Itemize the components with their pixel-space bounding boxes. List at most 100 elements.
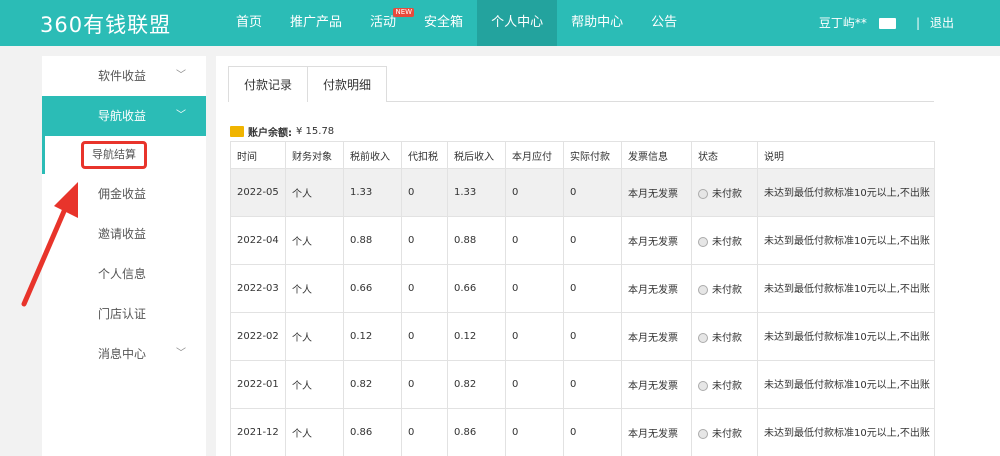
table-cell: 本月无发票 (621, 408, 692, 456)
table-cell: 1.33 (343, 168, 402, 217)
table-row: 2021-12 个人 0.86 0 0.86 0 0 本月无发票 未付款 未达到… (230, 408, 935, 456)
table-cell: 0 (563, 216, 622, 265)
nav-events[interactable]: 活动 NEW (356, 0, 415, 46)
table-cell: 未达到最低付款标准10元以上,不出账 (757, 408, 935, 456)
table-cell: 0.82 (343, 360, 402, 409)
table-cell: 个人 (285, 408, 344, 456)
status-text: 未付款 (712, 189, 742, 200)
table-cell: 0 (401, 168, 448, 217)
table-cell: 本月无发票 (621, 360, 692, 409)
table-cell: 0.12 (343, 312, 402, 361)
logout-link[interactable]: 退出 (930, 0, 954, 46)
table-cell: 个人 (285, 312, 344, 361)
annotation-arrow-icon (21, 182, 78, 307)
column-header: 代扣税 (401, 141, 448, 169)
sidebar-subitem-navigation-settlement[interactable]: 导航结算 (42, 136, 206, 174)
nav-personal-center[interactable]: 个人中心 (477, 0, 558, 46)
nav-announcements[interactable]: 公告 (637, 0, 691, 46)
table-row: 2022-01 个人 0.82 0 0.82 0 0 本月无发票 未付款 未达到… (230, 360, 935, 409)
table-cell: 个人 (285, 216, 344, 265)
table-cell: 1.33 (447, 168, 506, 217)
table-cell: 0 (505, 216, 564, 265)
site-logo[interactable]: 360有钱联盟 (40, 9, 171, 39)
status-text: 未付款 (712, 333, 742, 344)
mail-icon[interactable] (878, 17, 896, 29)
column-header: 状态 (691, 141, 758, 169)
sidebar-item-label: 个人信息 (98, 267, 147, 281)
tab-payment-details[interactable]: 付款明细 (307, 66, 388, 102)
table-cell: 0 (505, 312, 564, 361)
table-row: 2022-04 个人 0.88 0 0.88 0 0 本月无发票 未付款 未达到… (230, 216, 935, 265)
table-cell: 0 (563, 312, 622, 361)
status-dot-icon (698, 333, 708, 343)
column-header: 发票信息 (621, 141, 692, 169)
nav-products[interactable]: 推广产品 (276, 0, 356, 46)
table-row: 2022-05 个人 1.33 0 1.33 0 0 本月无发票 未付款 未达到… (230, 168, 935, 217)
payment-table: 时间 财务对象 税前收入 代扣税 税后收入 本月应付 实际付款 发票信息 状态 … (230, 141, 935, 456)
table-cell: 0 (563, 360, 622, 409)
sidebar-item-navigation-income[interactable]: 导航收益 ﹀ (42, 96, 206, 136)
table-cell: 0.82 (447, 360, 506, 409)
column-header: 说明 (757, 141, 935, 169)
column-header: 税后收入 (447, 141, 506, 169)
status-cell: 未付款 (691, 408, 758, 456)
table-cell: 未达到最低付款标准10元以上,不出账 (757, 312, 935, 361)
column-header: 税前收入 (343, 141, 402, 169)
table-cell: 0 (401, 312, 448, 361)
user-area: 豆丁屿** | 退出 (819, 0, 954, 46)
tab-bar: 付款记录 付款明细 (228, 66, 934, 102)
status-cell: 未付款 (691, 360, 758, 409)
account-balance: 账户余额: ¥ 15.78 (230, 124, 334, 139)
table-cell: 0 (505, 264, 564, 313)
status-dot-icon (698, 285, 708, 295)
status-dot-icon (698, 189, 708, 199)
status-cell: 未付款 (691, 264, 758, 313)
chevron-down-icon: ﹀ (176, 110, 186, 121)
table-cell: 未达到最低付款标准10元以上,不出账 (757, 216, 935, 265)
table-header-row: 时间 财务对象 税前收入 代扣税 税后收入 本月应付 实际付款 发票信息 状态 … (230, 141, 935, 169)
table-cell: 2021-12 (230, 408, 286, 456)
sidebar-item-label: 导航收益 (98, 109, 147, 123)
sidebar-item-label: 软件收益 (98, 69, 147, 83)
nav-home[interactable]: 首页 (222, 0, 276, 46)
table-cell: 0 (401, 216, 448, 265)
main-nav: 首页 推广产品 活动 NEW 安全箱 个人中心 帮助中心 公告 (222, 0, 691, 46)
sidebar-item-label: 佣金收益 (98, 187, 147, 201)
sidebar-item-label: 消息中心 (98, 347, 147, 361)
sidebar-item-label: 邀请收益 (98, 227, 147, 241)
table-cell: 2022-03 (230, 264, 286, 313)
folder-icon (230, 126, 244, 137)
balance-value: ¥ 15.78 (296, 126, 335, 137)
table-cell: 0 (505, 168, 564, 217)
table-cell: 0 (563, 264, 622, 313)
table-cell: 本月无发票 (621, 312, 692, 361)
nav-help-center[interactable]: 帮助中心 (557, 0, 637, 46)
status-dot-icon (698, 237, 708, 247)
table-cell: 个人 (285, 264, 344, 313)
status-cell: 未付款 (691, 216, 758, 265)
chevron-down-icon: ﹀ (176, 348, 186, 359)
column-header: 时间 (230, 141, 286, 169)
table-row: 2022-02 个人 0.12 0 0.12 0 0 本月无发票 未付款 未达到… (230, 312, 935, 361)
column-header: 本月应付 (505, 141, 564, 169)
status-dot-icon (698, 381, 708, 391)
table-cell: 0 (505, 360, 564, 409)
balance-label: 账户余额: (248, 128, 292, 139)
column-header: 财务对象 (285, 141, 344, 169)
status-text: 未付款 (712, 381, 742, 392)
username[interactable]: 豆丁屿** (819, 0, 867, 46)
table-cell: 0.86 (447, 408, 506, 456)
tab-payment-records[interactable]: 付款记录 (228, 66, 309, 102)
table-cell: 0.86 (343, 408, 402, 456)
status-dot-icon (698, 429, 708, 439)
sidebar-item-software-income[interactable]: 软件收益 ﹀ (42, 56, 206, 96)
table-cell: 0 (401, 264, 448, 313)
highlight-box: 导航结算 (81, 141, 147, 169)
sidebar-item-message-center[interactable]: 消息中心 ﹀ (42, 334, 206, 374)
table-cell: 本月无发票 (621, 216, 692, 265)
nav-safebox[interactable]: 安全箱 (410, 0, 477, 46)
table-cell: 0 (563, 408, 622, 456)
top-navigation-bar: 360有钱联盟 首页 推广产品 活动 NEW 安全箱 个人中心 帮助中心 公告 … (0, 0, 1000, 46)
table-cell: 本月无发票 (621, 264, 692, 313)
table-cell: 0.88 (447, 216, 506, 265)
